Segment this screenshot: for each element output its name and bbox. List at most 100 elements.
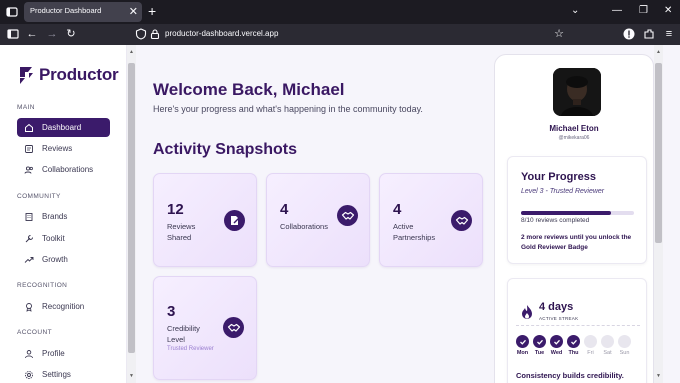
section-label-community: COMMUNITY xyxy=(17,193,61,200)
streak-label: ACTIVE STREAK xyxy=(539,316,579,321)
day-label: Sun xyxy=(619,350,630,356)
check-icon xyxy=(533,335,546,348)
browser-tab-bar: Productor Dashboard ✕ + ⌄ — ❐ ✕ xyxy=(0,0,680,24)
logo-text: Productor xyxy=(39,65,119,84)
browser-nav-bar: ← → ↻ productor-dashboard.vercel.app ☆ ≡ xyxy=(0,24,680,45)
home-icon xyxy=(24,123,34,133)
user-icon xyxy=(24,349,34,359)
handshake-icon xyxy=(223,317,244,338)
users-icon xyxy=(24,165,34,175)
profile-handle: @mikekara06 xyxy=(558,135,590,141)
wrench-icon xyxy=(24,234,34,244)
progress-completed-text: 8/10 reviews completed xyxy=(521,217,590,224)
sidebar-item-toolkit[interactable]: Toolkit xyxy=(17,229,110,248)
sidebar-toggle-icon[interactable] xyxy=(6,27,20,41)
handshake-icon xyxy=(451,210,472,231)
sidebar-scrollbar[interactable]: ▲ ▼ xyxy=(127,45,136,383)
main-scrollbar[interactable]: ▲ ▼ xyxy=(654,45,663,383)
shield-icon[interactable] xyxy=(134,27,148,41)
sidebar-item-label: Toolkit xyxy=(42,234,65,243)
sidebar-item-label: Collaborations xyxy=(42,165,94,174)
tab-list-icon[interactable] xyxy=(5,5,19,19)
main-scroll-thumb[interactable] xyxy=(655,63,662,243)
card-label: Collaborations xyxy=(280,222,328,231)
tab-close-icon[interactable]: ✕ xyxy=(129,4,138,20)
flame-icon xyxy=(520,304,534,325)
window-close-icon[interactable]: ✕ xyxy=(664,4,672,18)
streak-day-tue: Tue xyxy=(532,335,547,356)
streak-card: 4 days ACTIVE STREAK Mon Tue Wed Thu Fri… xyxy=(507,278,647,383)
maximize-icon[interactable]: ❐ xyxy=(639,4,648,18)
card-value: 4 xyxy=(280,201,289,218)
browser-tab[interactable]: Productor Dashboard ✕ xyxy=(24,2,142,22)
check-icon xyxy=(567,335,580,348)
building-icon xyxy=(24,212,34,222)
sidebar-item-brands[interactable]: Brands xyxy=(17,207,110,226)
sidebar-item-profile[interactable]: Profile xyxy=(17,344,110,363)
section-label-account: ACCOUNT xyxy=(17,329,52,336)
sidebar: Productor MAIN Dashboard Reviews Collabo… xyxy=(0,45,127,383)
streak-day-mon: Mon xyxy=(515,335,530,356)
productor-logo-icon xyxy=(20,67,33,84)
day-label: Sat xyxy=(603,350,612,356)
avatar[interactable] xyxy=(553,68,601,116)
streak-day-wed: Wed xyxy=(549,335,564,356)
address-bar[interactable]: productor-dashboard.vercel.app xyxy=(165,29,278,38)
extensions-icon[interactable] xyxy=(642,27,656,41)
sidebar-item-label: Reviews xyxy=(42,144,73,153)
minimize-icon[interactable]: — xyxy=(612,4,622,18)
sidebar-item-label: Profile xyxy=(42,349,65,358)
sidebar-item-label: Dashboard xyxy=(42,123,82,132)
section-label-main: MAIN xyxy=(17,104,35,111)
scroll-down-icon[interactable]: ▼ xyxy=(654,373,663,379)
progress-card: Your Progress Level 3 - Trusted Reviewer… xyxy=(507,156,647,264)
progress-level: Level 3 - Trusted Reviewer xyxy=(521,188,605,195)
sidebar-item-dashboard[interactable]: Dashboard xyxy=(17,118,110,137)
streak-day-thu: Thu xyxy=(566,335,581,356)
page-viewport: Productor MAIN Dashboard Reviews Collabo… xyxy=(0,45,680,383)
sidebar-item-collaborations[interactable]: Collaborations xyxy=(17,160,110,179)
menu-icon[interactable]: ≡ xyxy=(662,27,676,41)
sidebar-item-label: Growth xyxy=(42,255,68,264)
card-value: 3 xyxy=(167,303,176,320)
trend-up-icon xyxy=(24,255,34,265)
sidebar-item-settings[interactable]: Settings xyxy=(17,365,110,383)
snapshot-card-partnerships[interactable]: 4 Active Partnerships xyxy=(379,173,483,267)
tab-list-chevron-icon[interactable]: ⌄ xyxy=(571,4,579,18)
day-label: Fri xyxy=(587,350,594,356)
lock-icon[interactable] xyxy=(148,27,162,41)
sidebar-item-reviews[interactable]: Reviews xyxy=(17,139,110,158)
back-icon[interactable]: ← xyxy=(25,27,39,41)
sidebar-item-label: Recognition xyxy=(42,302,85,311)
day-label: Tue xyxy=(534,350,545,356)
streak-day-sun: Sun xyxy=(617,335,632,356)
scroll-up-icon[interactable]: ▲ xyxy=(127,49,136,55)
empty-day-dot xyxy=(601,335,614,348)
reviews-icon xyxy=(24,144,34,154)
streak-footer: Consistency builds credibility. xyxy=(516,371,624,380)
page-subtitle: Here's your progress and what's happenin… xyxy=(153,104,423,114)
profile-name: Michael Eton xyxy=(549,124,599,133)
account-icon[interactable] xyxy=(622,27,636,41)
scroll-up-icon[interactable]: ▲ xyxy=(654,49,663,55)
progress-next-text: 2 more reviews until you unlock the Gold… xyxy=(521,234,632,251)
logo[interactable]: Productor xyxy=(17,65,119,85)
bookmark-star-icon[interactable]: ☆ xyxy=(552,27,566,41)
reload-icon[interactable]: ↻ xyxy=(64,27,78,41)
progress-bar xyxy=(521,211,634,215)
sidebar-scroll-thumb[interactable] xyxy=(128,63,135,353)
streak-day-fri: Fri xyxy=(583,335,598,356)
sidebar-item-growth[interactable]: Growth xyxy=(17,250,110,269)
snapshot-card-credibility[interactable]: 3 Credibility Level Trusted Reviewer xyxy=(153,276,257,380)
snapshot-card-collaborations[interactable]: 4 Collaborations xyxy=(266,173,370,267)
sidebar-item-recognition[interactable]: Recognition xyxy=(17,297,110,316)
snapshot-card-reviews[interactable]: 12 Reviews Shared xyxy=(153,173,257,267)
sidebar-item-label: Brands xyxy=(42,212,68,221)
forward-icon[interactable]: → xyxy=(45,27,59,41)
new-tab-button[interactable]: + xyxy=(148,3,156,19)
edit-doc-icon xyxy=(224,210,245,231)
scroll-down-icon[interactable]: ▼ xyxy=(127,373,136,379)
tab-title: Productor Dashboard xyxy=(30,6,102,15)
empty-day-dot xyxy=(618,335,631,348)
card-label: Credibility Level xyxy=(167,324,200,344)
